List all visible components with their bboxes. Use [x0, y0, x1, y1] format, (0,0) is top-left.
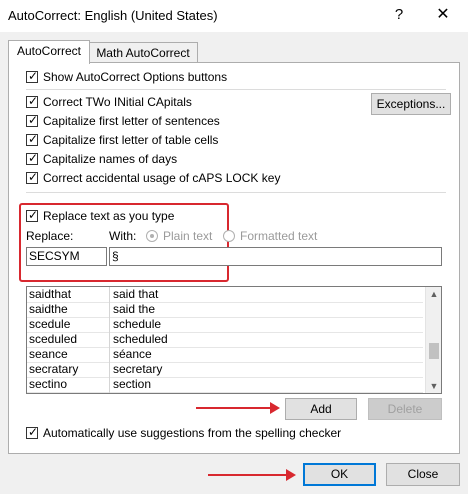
pointer-arrow-line [196, 407, 270, 409]
close-window-button[interactable]: ✕ [430, 4, 456, 26]
pointer-arrow-icon [286, 469, 296, 481]
list-to: secretary [113, 362, 163, 376]
tab-autocorrect[interactable]: AutoCorrect [8, 40, 90, 64]
pointer-arrow-line [208, 474, 286, 476]
column-separator [109, 287, 110, 393]
names-days-label: Capitalize names of days [43, 152, 178, 166]
spelling-suggestions-label: Automatically use suggestions from the s… [43, 426, 342, 440]
list-to: section [113, 377, 152, 391]
with-label: With: [109, 229, 137, 243]
list-to: said the [113, 302, 156, 316]
list-from: secratary [29, 362, 79, 376]
scroll-up-icon[interactable]: ▲ [426, 287, 441, 301]
scroll-down-icon[interactable]: ▼ [426, 379, 441, 393]
pointer-arrow-icon [270, 402, 280, 414]
list-to: séance [113, 347, 152, 361]
first-table-label: Capitalize first letter of table cells [43, 133, 219, 147]
show-buttons-label: Show AutoCorrect Options buttons [43, 70, 228, 84]
window-title: AutoCorrect: English (United States) [8, 8, 218, 23]
plain-text-label: Plain text [163, 229, 213, 243]
list-scrollbar[interactable]: ▲ ▼ [425, 287, 441, 393]
list-row[interactable]: sceduled scheduled [27, 332, 423, 348]
formatted-text-radio[interactable] [223, 230, 235, 242]
list-from: saidthe [29, 302, 68, 316]
list-to: said that [113, 287, 159, 301]
list-from: sceduled [29, 332, 78, 346]
two-initials-checkbox[interactable]: ✓ [26, 94, 38, 108]
replacement-list[interactable]: saidthat said that saidthe said the scedul… [26, 286, 442, 394]
exceptions-button[interactable]: Exceptions... [371, 93, 451, 115]
list-row[interactable]: seance séance [27, 347, 423, 363]
replace-as-type-label: Replace text as you type [43, 209, 175, 223]
show-buttons-checkbox[interactable]: ✓ [26, 69, 38, 83]
divider [26, 89, 446, 90]
list-row[interactable]: saidthat said that [27, 287, 423, 303]
first-sentence-checkbox[interactable]: ✓ [26, 113, 38, 127]
with-input[interactable]: § [109, 247, 442, 266]
names-days-checkbox[interactable]: ✓ [26, 151, 38, 165]
list-row[interactable]: scedule schedule [27, 317, 423, 333]
delete-button[interactable]: Delete [368, 398, 442, 420]
tab-math-autocorrect[interactable]: Math AutoCorrect [88, 42, 198, 63]
list-to: schedule [113, 317, 162, 331]
list-from: saidthat [29, 287, 72, 301]
caps-lock-label: Correct accidental usage of cAPS LOCK ke… [43, 171, 281, 185]
divider [26, 192, 446, 193]
spelling-suggestions-checkbox[interactable]: ✓ [26, 425, 38, 439]
replace-label: Replace: [26, 229, 74, 243]
list-to: scheduled [113, 332, 168, 346]
first-sentence-label: Capitalize first letter of sentences [43, 114, 220, 128]
list-from: seance [29, 347, 68, 361]
help-button[interactable]: ? [388, 4, 410, 26]
list-from: scedule [29, 317, 71, 331]
caps-lock-checkbox[interactable]: ✓ [26, 170, 38, 184]
ok-button[interactable]: OK [303, 463, 376, 486]
scroll-thumb[interactable] [429, 343, 439, 359]
formatted-text-label: Formatted text [240, 229, 318, 243]
list-row[interactable]: saidthe said the [27, 302, 423, 318]
first-table-checkbox[interactable]: ✓ [26, 132, 38, 146]
replace-as-type-checkbox[interactable]: ✓ [26, 208, 38, 222]
list-from: sectino [29, 377, 68, 391]
close-button[interactable]: Close [386, 463, 460, 486]
plain-text-radio[interactable] [146, 230, 158, 242]
list-row[interactable]: secratary secretary [27, 362, 423, 378]
two-initials-label: Correct TWo INitial CApitals [43, 95, 192, 109]
add-button[interactable]: Add [285, 398, 357, 420]
list-row[interactable]: sectino section [27, 377, 423, 393]
replace-input[interactable]: SECSYM [26, 247, 107, 266]
